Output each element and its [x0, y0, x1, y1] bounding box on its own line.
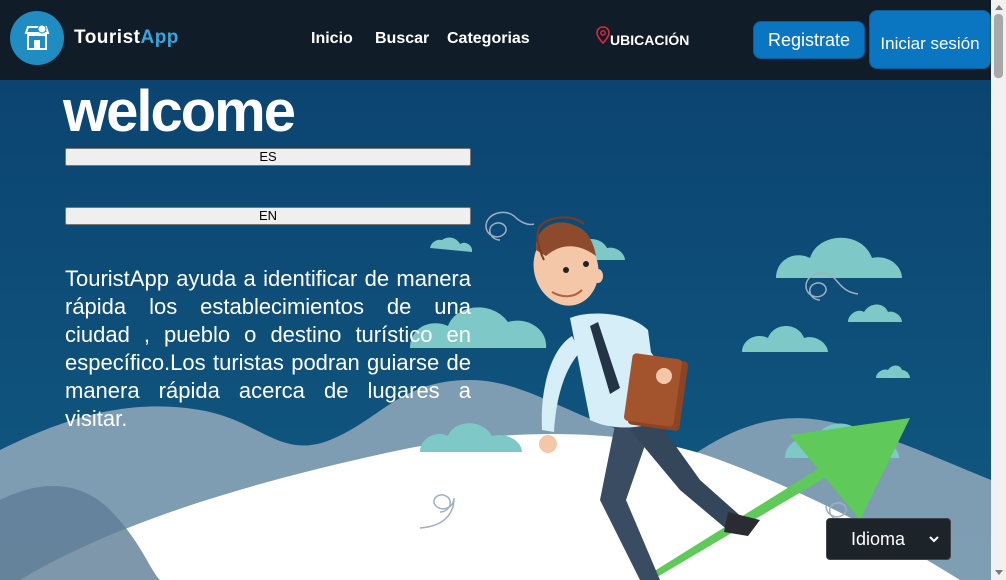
scroll-thumb[interactable]: [994, 14, 1003, 78]
language-es-button[interactable]: ES: [65, 148, 471, 166]
nav-categorias-link[interactable]: Categorias: [447, 30, 530, 48]
brand-logo[interactable]: TouristApp: [10, 11, 179, 65]
top-navbar: TouristApp Inicio Buscar Categorias UBIC…: [0, 0, 991, 80]
language-select-value: Idioma: [851, 528, 906, 549]
language-select[interactable]: Idioma: [826, 518, 951, 560]
store-logo-icon: [10, 11, 64, 65]
brand-name-accent: App: [140, 27, 179, 48]
nav-inicio-link[interactable]: Inicio: [311, 30, 353, 48]
hero-description: TouristApp ayuda a identificar de manera…: [65, 266, 471, 431]
register-button[interactable]: Registrate: [753, 21, 865, 59]
brand-name: TouristApp: [74, 27, 179, 49]
language-en-button[interactable]: EN: [65, 207, 471, 225]
scroll-down-arrow-icon[interactable]: [995, 570, 1003, 575]
location-pin-icon: [596, 26, 610, 44]
scroll-up-arrow-icon[interactable]: [995, 5, 1003, 10]
brand-name-main: Tourist: [74, 27, 141, 48]
chevron-down-icon: [929, 536, 939, 543]
login-button[interactable]: Iniciar sesión: [869, 10, 991, 69]
location-label: UBICACIÓN: [610, 32, 690, 48]
nav-buscar-link[interactable]: Buscar: [375, 30, 429, 48]
page-scrollbar[interactable]: [991, 0, 1006, 580]
location-link[interactable]: UBICACIÓN: [596, 26, 689, 48]
welcome-heading: welcome: [63, 79, 296, 144]
